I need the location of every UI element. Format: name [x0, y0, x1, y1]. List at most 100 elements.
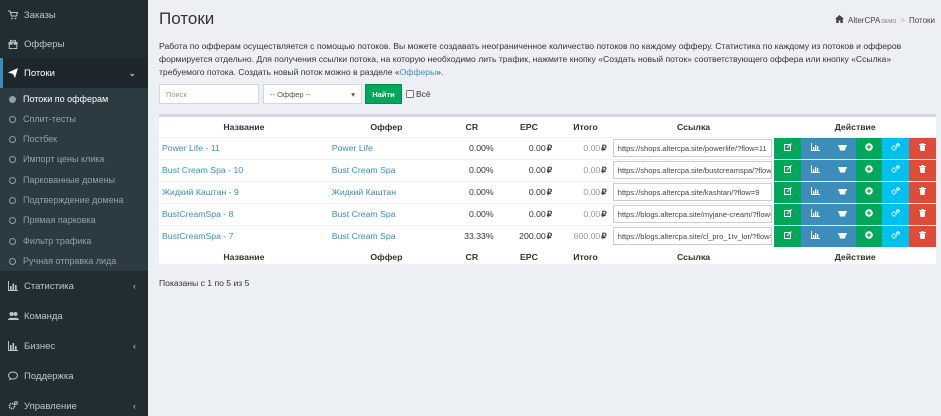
- delete-button[interactable]: [909, 225, 936, 247]
- trash-icon: [919, 209, 927, 219]
- add-button[interactable]: [855, 225, 883, 247]
- flow-name-link[interactable]: Жидкий Каштан - 9: [159, 180, 329, 203]
- chevron-left-icon: ‹: [133, 401, 136, 411]
- flow-name-link[interactable]: BustCreamSpa - 8: [159, 202, 329, 225]
- link-cell: https://shops.altercpa.site/powerlife/?f…: [612, 136, 775, 159]
- sidebar-item-label: Поддержка: [24, 370, 74, 382]
- chat-icon: [6, 371, 20, 381]
- settings-button[interactable]: [882, 225, 910, 247]
- cart-button[interactable]: [828, 181, 856, 203]
- add-button[interactable]: [855, 137, 883, 159]
- stats-button[interactable]: [801, 181, 829, 203]
- cart-button[interactable]: [828, 137, 856, 159]
- submenu-item-postback[interactable]: Постбек: [0, 129, 148, 149]
- stats-button[interactable]: [801, 203, 829, 225]
- stats-button[interactable]: [801, 137, 829, 159]
- offer-link[interactable]: Power Life: [328, 136, 445, 159]
- offer-link[interactable]: Bust Cream Spa: [328, 158, 445, 181]
- stats-button[interactable]: [801, 159, 829, 181]
- action-cell: [909, 158, 936, 181]
- sidebar-item-flows[interactable]: Потоки ⌄: [0, 58, 148, 88]
- all-checkbox[interactable]: Всё: [406, 89, 431, 99]
- delete-button[interactable]: [909, 203, 936, 225]
- sidebar-item-business[interactable]: Бизнес ‹: [0, 331, 148, 361]
- flow-name-link[interactable]: Power Life - 11: [159, 136, 329, 159]
- sidebar-item-offers[interactable]: Офферы: [0, 29, 148, 59]
- circle-icon: [9, 176, 16, 184]
- sidebar-item-team[interactable]: Команда: [0, 301, 148, 331]
- submenu-item-split-tests[interactable]: Сплит-тесты: [0, 109, 148, 129]
- breadcrumb: AlterCPADEMO > Потоки: [835, 15, 935, 25]
- offers-link[interactable]: Офферы: [400, 67, 437, 77]
- bar-chart-icon: [6, 341, 20, 351]
- cart-button[interactable]: [828, 203, 856, 225]
- submenu-item-traffic-filter[interactable]: Фильтр трафика: [0, 231, 148, 251]
- action-cell: [774, 158, 802, 181]
- epc-value: 0.00₽: [499, 136, 559, 159]
- users-icon: [6, 311, 20, 321]
- header-action: Действие: [834, 121, 876, 132]
- cart-icon: [6, 10, 20, 20]
- breadcrumb-home-link[interactable]: AlterCPADEMO: [848, 16, 896, 25]
- edit-button[interactable]: [774, 159, 802, 181]
- settings-button[interactable]: [882, 181, 910, 203]
- cart-icon: [837, 165, 847, 175]
- table-row: BustCreamSpa - 8 Bust Cream Spa 0.00% 0.00₽…: [159, 202, 936, 225]
- checkbox[interactable]: [406, 90, 414, 98]
- flow-link-input[interactable]: https://shops.altercpa.site/kashtan/?flo…: [612, 183, 773, 201]
- edit-button[interactable]: [774, 203, 802, 225]
- currency-sign: ₽: [546, 208, 553, 219]
- settings-button[interactable]: [882, 203, 910, 225]
- edit-button[interactable]: [774, 137, 802, 159]
- flows-table-card: Название Оффер CR EPC Итого Ссылка Дейст…: [159, 114, 936, 264]
- delete-button[interactable]: [909, 159, 936, 181]
- sidebar-item-statistics[interactable]: Статистика ‹: [0, 271, 148, 301]
- stats-button[interactable]: [801, 225, 829, 247]
- sidebar-item-orders[interactable]: Заказы: [0, 0, 148, 30]
- flow-link-input[interactable]: https://blogs.altercpa.site/cl_pro_1tv_l…: [612, 227, 773, 245]
- flows-table-body: Power Life - 11 Power Life 0.00% 0.00₽ 0.00₽…: [159, 136, 936, 247]
- submenu-item-domain-confirmation[interactable]: Подтверждение домена: [0, 190, 148, 210]
- submenu-item-click-price-import[interactable]: Импорт цены клика: [0, 149, 148, 169]
- settings-button[interactable]: [882, 137, 910, 159]
- action-cell: [828, 136, 856, 159]
- header-name: Название: [223, 121, 265, 132]
- submenu-item-direct-parking[interactable]: Прямая парковка: [0, 210, 148, 230]
- submenu-item-parked-domains[interactable]: Паркованные домены: [0, 170, 148, 190]
- gears-icon: [6, 401, 20, 411]
- submenu-item-flows-by-offers[interactable]: Потоки по офферам: [0, 89, 148, 109]
- search-input[interactable]: Поиск: [159, 84, 259, 104]
- action-cell: [909, 136, 936, 159]
- settings-button[interactable]: [882, 159, 910, 181]
- action-cell: [909, 224, 936, 247]
- cart-button[interactable]: [828, 159, 856, 181]
- flow-name-link[interactable]: BustCreamSpa - 7: [159, 224, 329, 247]
- flow-name-link[interactable]: Bust Cream Spa - 10: [159, 158, 329, 181]
- header-total: Итого: [573, 121, 598, 132]
- gears-icon: [891, 209, 901, 219]
- action-cell: [801, 136, 829, 159]
- edit-button[interactable]: [774, 181, 802, 203]
- flow-link-input[interactable]: https://blogs.altercpa.site/myjane-cream…: [612, 205, 773, 223]
- header-link: Ссылка: [677, 121, 711, 132]
- flow-link-input[interactable]: https://shops.altercpa.site/powerlife/?f…: [612, 139, 773, 157]
- sidebar-item-management[interactable]: Управление ‹: [0, 391, 148, 416]
- find-button[interactable]: Найти: [365, 84, 402, 104]
- add-button[interactable]: [855, 159, 883, 181]
- offer-select[interactable]: -- Оффер -- ▾: [263, 84, 362, 104]
- edit-button[interactable]: [774, 225, 802, 247]
- sidebar-item-support[interactable]: Поддержка: [0, 361, 148, 391]
- cart-icon: [837, 209, 847, 219]
- flow-link-input[interactable]: https://shops.altercpa.site/bustcreamspa…: [612, 161, 773, 179]
- delete-button[interactable]: [909, 137, 936, 159]
- offer-link[interactable]: Жидкий Каштан: [328, 180, 445, 203]
- submenu-item-manual-lead[interactable]: Ручная отправка лида: [0, 251, 148, 271]
- delete-button[interactable]: [909, 181, 936, 203]
- offer-link[interactable]: Bust Cream Spa: [328, 224, 445, 247]
- offer-link[interactable]: Bust Cream Spa: [328, 202, 445, 225]
- cart-button[interactable]: [828, 225, 856, 247]
- bar-chart-icon: [6, 281, 20, 291]
- add-button[interactable]: [855, 181, 883, 203]
- edit-icon: [783, 187, 792, 197]
- add-button[interactable]: [855, 203, 883, 225]
